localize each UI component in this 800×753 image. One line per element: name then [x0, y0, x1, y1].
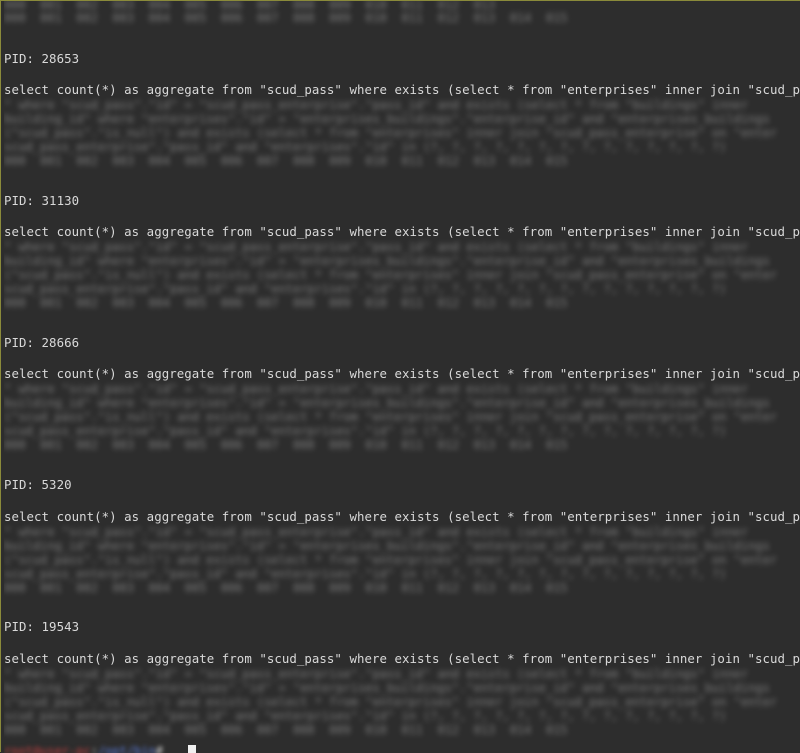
blurred-output-line: building_id" where "enterprises"."id" = …: [4, 112, 770, 126]
pid-line: PID: 5320: [4, 477, 72, 492]
query-line: select count(*) as aggregate from "scud_…: [4, 82, 800, 97]
pid-line: PID: 28666: [4, 335, 80, 350]
blurred-output-line: building_id" where "enterprises"."id" = …: [4, 681, 770, 695]
blurred-output-line: scud_pass_enterprise"."pass_id" and "ent…: [4, 140, 727, 154]
terminal-window[interactable]: 000 001 002 003 004 005 006 007 008 009 …: [0, 0, 800, 753]
blurred-output-line: scud_pass_enterprise"."pass_id" and "ent…: [4, 567, 727, 581]
pid-line: PID: 28653: [4, 51, 80, 66]
blurred-output-line: " where "scud_pass"."id" = "scud_pass_en…: [4, 240, 749, 254]
blurred-output-line: 000 001 002 003 004 005 006 007 008 009 …: [4, 296, 568, 310]
blurred-output-line: building_id" where "enterprises"."id" = …: [4, 539, 770, 553]
blurred-output-line: 000 001 002 003 004 005 006 007 008 009 …: [4, 11, 568, 25]
blurred-output-line: scud_pass_enterprise"."pass_id" and "ent…: [4, 424, 727, 438]
blurred-output-line: 000 001 002 003 004 005 006 007 008 009 …: [4, 438, 568, 452]
blurred-output-line: building_id" where "enterprises"."id" = …: [4, 254, 770, 268]
blurred-output-line: scud_pass_enterprise"."pass_id" and "ent…: [4, 709, 727, 723]
blurred-output-line: scud_pass_enterprise"."pass_id" and "ent…: [4, 282, 727, 296]
blurred-output-line: ("scud_pass"."is_null") and exists (sele…: [4, 695, 778, 709]
query-line: select count(*) as aggregate from "scud_…: [4, 651, 800, 666]
blurred-output-line: " where "scud_pass"."id" = "scud_pass_en…: [4, 525, 749, 539]
blurred-output-line: building_id" where "enterprises"."id" = …: [4, 396, 770, 410]
pid-line: PID: 19543: [4, 619, 80, 634]
pid-line: PID: 31130: [4, 193, 80, 208]
blurred-output-line: ("scud_pass"."is_null") and exists (sele…: [4, 268, 778, 282]
blurred-output-line: " where "scud_pass"."id" = "scud_pass_en…: [4, 382, 749, 396]
blurred-output-line: " where "scud_pass"."id" = "scud_pass_en…: [4, 667, 749, 681]
blurred-output-line: 000 001 002 003 004 005 006 007 008 009 …: [4, 581, 568, 595]
query-line: select count(*) as aggregate from "scud_…: [4, 509, 800, 524]
blurred-output-line: 000 001 002 003 004 005 006 007 008 009 …: [4, 154, 568, 168]
blurred-output-line: ("scud_pass"."is_null") and exists (sele…: [4, 126, 778, 140]
blurred-output-line: ("scud_pass"."is_null") and exists (sele…: [4, 410, 778, 424]
blurred-output-line: " where "scud_pass"."id" = "scud_pass_en…: [4, 98, 749, 112]
blurred-output-line: ("scud_pass"."is_null") and exists (sele…: [4, 553, 778, 567]
query-line: select count(*) as aggregate from "scud_…: [4, 224, 800, 239]
terminal-output: 000 001 002 003 004 005 006 007 008 009 …: [4, 1, 800, 753]
query-line: select count(*) as aggregate from "scud_…: [4, 366, 800, 381]
blurred-output-line: 000 001 002 003 004 005 006 007 008 009 …: [4, 723, 568, 737]
